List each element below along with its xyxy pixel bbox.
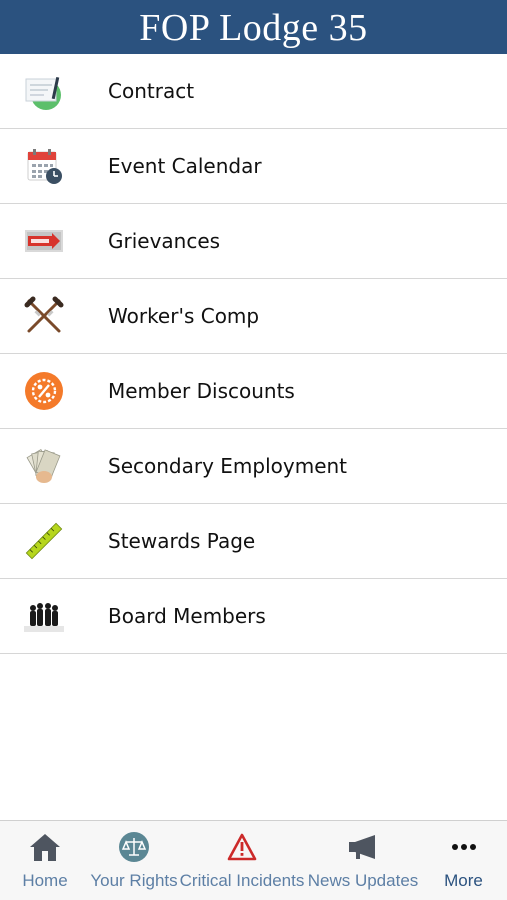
tab-label: More (444, 871, 483, 890)
menu-item-label: Member Discounts (108, 379, 295, 403)
menu-item-label: Stewards Page (108, 529, 256, 553)
menu-item-workers-comp[interactable]: Worker's Comp (0, 279, 507, 354)
money-icon (24, 446, 64, 486)
app-header: FOP Lodge 35 (0, 0, 507, 54)
menu-item-contract[interactable]: Contract (0, 54, 507, 129)
grievances-sign-icon (24, 221, 64, 261)
crutches-icon (24, 296, 64, 336)
menu-item-event-calendar[interactable]: Event Calendar (0, 129, 507, 204)
app-screen: FOP Lodge 35 Contract Event Calendar Gri… (0, 0, 507, 900)
menu-item-grievances[interactable]: Grievances (0, 204, 507, 279)
menu-item-secondary-employment[interactable]: Secondary Employment (0, 429, 507, 504)
menu-item-label: Secondary Employment (108, 454, 348, 478)
calendar-icon (24, 146, 64, 186)
group-silhouette-icon (24, 596, 64, 636)
tab-label: Home (22, 871, 68, 890)
warning-icon (225, 831, 259, 863)
main-menu: Contract Event Calendar Grievances Worke… (0, 54, 507, 654)
menu-item-label: Contract (108, 79, 195, 103)
menu-item-label: Worker's Comp (108, 304, 260, 328)
tab-label: Critical Incidents (179, 871, 305, 890)
tab-home[interactable]: Home (0, 821, 90, 900)
scales-icon (117, 831, 151, 863)
tab-label: Your Rights (90, 871, 178, 890)
menu-item-member-discounts[interactable]: Member Discounts (0, 354, 507, 429)
megaphone-icon (346, 831, 380, 863)
menu-item-stewards-page[interactable]: Stewards Page (0, 504, 507, 579)
menu-item-board-members[interactable]: Board Members (0, 579, 507, 654)
tab-label: News Updates (307, 871, 419, 890)
menu-item-label: Grievances (108, 229, 221, 253)
tab-news-updates[interactable]: News Updates (306, 821, 420, 900)
tab-more[interactable]: More (420, 821, 507, 900)
menu-item-label: Event Calendar (108, 154, 262, 178)
tab-critical-incidents[interactable]: Critical Incidents (178, 821, 306, 900)
contract-icon (24, 71, 64, 111)
more-dots-icon (447, 831, 481, 863)
ruler-icon (24, 521, 64, 561)
discount-percent-icon (24, 371, 64, 411)
bottom-tab-bar: Home Your Rights Critical Incidents News… (0, 820, 507, 900)
menu-item-label: Board Members (108, 604, 266, 628)
app-title: FOP Lodge 35 (139, 7, 368, 49)
home-icon (28, 831, 62, 863)
tab-your-rights[interactable]: Your Rights (90, 821, 178, 900)
